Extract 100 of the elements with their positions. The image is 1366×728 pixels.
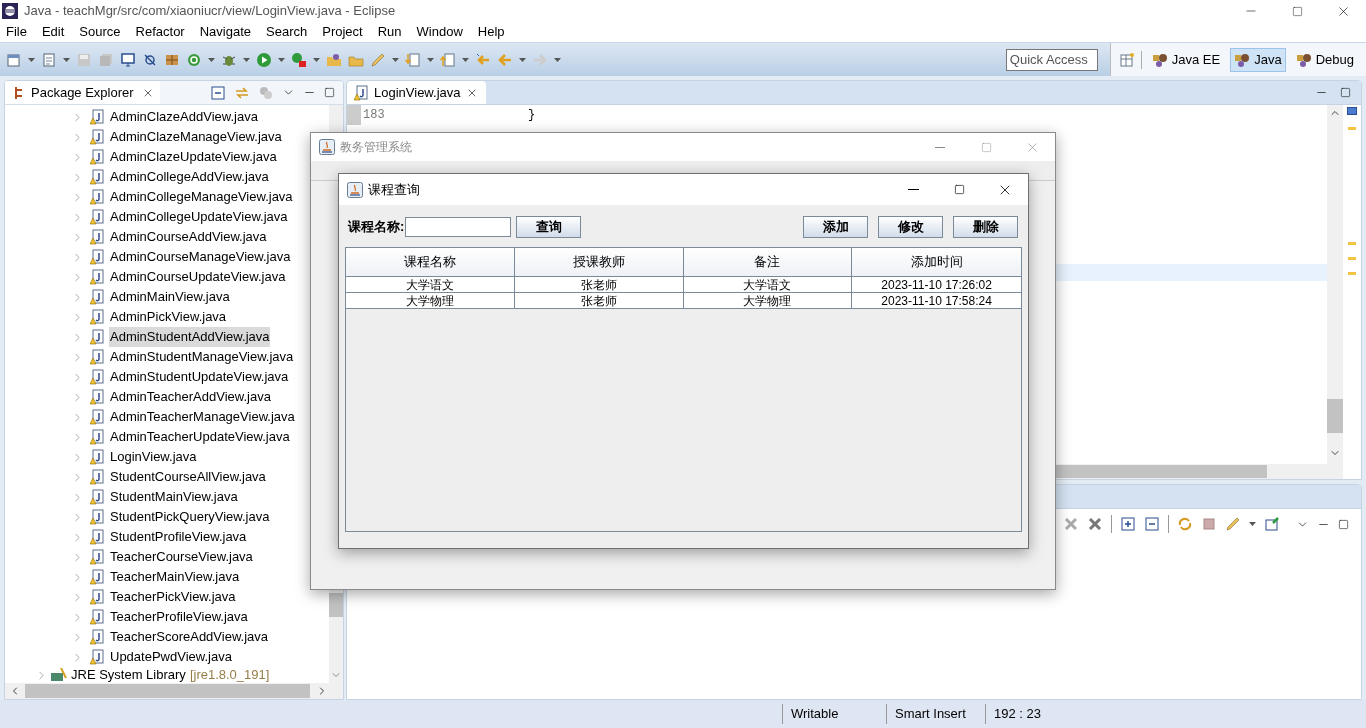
perspective-button[interactable]: Java EE	[1147, 47, 1225, 72]
column-header[interactable]: 课程名称	[346, 248, 515, 276]
caret-icon[interactable]	[63, 57, 70, 62]
pin-icon[interactable]	[1264, 516, 1280, 532]
caret-icon[interactable]	[462, 57, 469, 62]
tree-item[interactable]: AdminCourseAddView.java	[109, 227, 268, 247]
tree-item[interactable]: AdminCollegeManageView.java	[109, 187, 294, 207]
action-button[interactable]: 修改	[878, 216, 943, 238]
menu-item[interactable]: Run	[377, 22, 402, 42]
collapse-all-icon[interactable]	[210, 84, 226, 101]
pen-icon[interactable]	[370, 51, 386, 68]
tree-item[interactable]: StudentPickQueryView.java	[109, 507, 271, 527]
forward-icon[interactable]	[532, 51, 548, 68]
new-icon[interactable]	[6, 51, 22, 68]
refresh-icon[interactable]	[186, 51, 202, 68]
search-button[interactable]: 查询	[516, 216, 582, 238]
warning-marker[interactable]	[1348, 242, 1356, 245]
tree-item[interactable]: StudentMainView.java	[109, 487, 239, 507]
tree-item[interactable]: AdminCollegeUpdateView.java	[109, 207, 289, 227]
tree-item[interactable]: AdminCollegeAddView.java	[109, 167, 270, 187]
package-explorer-tab[interactable]: Package Explorer	[5, 81, 160, 104]
warning-marker[interactable]	[1348, 272, 1356, 275]
course-name-field[interactable]	[405, 217, 512, 237]
previous-annotation-icon[interactable]	[440, 51, 456, 68]
link-icon[interactable]	[234, 84, 250, 101]
skip-breakpoints-icon[interactable]	[142, 51, 158, 68]
scrollbar-thumb[interactable]	[329, 593, 343, 617]
caret-icon[interactable]	[243, 57, 250, 62]
remove-all-icon[interactable]	[1087, 516, 1103, 532]
menu-item[interactable]: Search	[266, 22, 308, 42]
perspective-button[interactable]: Java	[1230, 47, 1286, 72]
expand-all-icon[interactable]	[1120, 516, 1136, 532]
maximize-icon[interactable]	[324, 87, 335, 98]
caret-icon[interactable]	[392, 57, 399, 62]
warning-marker[interactable]	[1348, 127, 1356, 130]
tree-item[interactable]: AdminTeacherAddView.java	[109, 387, 272, 407]
new-class-icon[interactable]	[41, 51, 57, 68]
focus-icon[interactable]	[258, 84, 274, 101]
run-icon[interactable]	[256, 51, 272, 68]
menu-item[interactable]: File	[6, 22, 27, 42]
caret-icon[interactable]	[313, 57, 320, 62]
tree-item[interactable]: AdminPickView.java	[109, 307, 228, 327]
collapse-all-icon[interactable]	[1144, 516, 1160, 532]
tree-item[interactable]: JRE System Library	[71, 667, 186, 683]
pen-icon[interactable]	[1225, 516, 1241, 532]
back-icon[interactable]	[497, 51, 513, 68]
quick-access-field[interactable]: Quick Access	[1005, 48, 1098, 71]
open-folder-icon[interactable]	[326, 51, 342, 68]
monitor-icon[interactable]	[120, 51, 136, 68]
open-perspective-icon[interactable]	[1118, 51, 1135, 68]
column-header[interactable]: 备注	[683, 248, 853, 276]
tree-item[interactable]: AdminStudentAddView.java	[109, 327, 271, 347]
tree-item[interactable]: AdminClazeUpdateView.java	[109, 147, 278, 167]
scrollbar-thumb[interactable]	[25, 684, 310, 698]
column-header[interactable]: 添加时间	[852, 248, 1021, 276]
menu-item[interactable]: Refactor	[135, 22, 185, 42]
tree-item[interactable]: AdminClazeManageView.java	[109, 127, 283, 147]
tree-item[interactable]: TeacherCourseView.java	[109, 547, 254, 567]
tree-item[interactable]: LoginView.java	[109, 447, 198, 467]
save-all-icon[interactable]	[98, 51, 114, 68]
perspective-button[interactable]: Debug	[1291, 47, 1358, 72]
caret-icon[interactable]	[554, 57, 561, 62]
scrollbar-thumb[interactable]	[1327, 399, 1343, 433]
warning-marker[interactable]	[1348, 257, 1356, 260]
maximize-icon[interactable]	[1340, 87, 1351, 98]
tree-item[interactable]: UpdatePwdView.java	[109, 647, 233, 667]
overview-mark[interactable]	[1347, 107, 1357, 115]
caret-icon[interactable]	[278, 57, 285, 62]
editor-tab[interactable]: LoginView.java	[347, 81, 486, 104]
tree-item[interactable]: AdminMainView.java	[109, 287, 231, 307]
tree-item[interactable]: StudentProfileView.java	[109, 527, 248, 547]
menu-item[interactable]: Window	[416, 22, 463, 42]
tree-item[interactable]: AdminStudentManageView.java	[109, 347, 295, 367]
menu-item[interactable]: Navigate	[199, 22, 251, 42]
run-config-icon[interactable]	[291, 51, 307, 68]
caret-icon[interactable]	[208, 57, 215, 62]
tree-item[interactable]: AdminTeacherUpdateView.java	[109, 427, 291, 447]
tree-item[interactable]: AdminCourseUpdateView.java	[109, 267, 287, 287]
tree-item[interactable]: TeacherProfileView.java	[109, 607, 249, 627]
menu-item[interactable]: Help	[477, 22, 505, 42]
caret-icon[interactable]	[427, 57, 434, 62]
next-annotation-icon[interactable]	[405, 51, 421, 68]
action-button[interactable]: 添加	[803, 216, 868, 238]
tree-item[interactable]: TeacherMainView.java	[109, 567, 241, 587]
maximize-icon[interactable]	[1338, 518, 1349, 530]
caret-icon[interactable]	[1249, 522, 1256, 526]
remove-icon[interactable]	[1063, 516, 1079, 532]
tree-item[interactable]: AdminTeacherManageView.java	[109, 407, 296, 427]
tree-item[interactable]: StudentCourseAllView.java	[109, 467, 267, 487]
tree-item[interactable]: AdminStudentUpdateView.java	[109, 367, 290, 387]
menu-item[interactable]: Project	[322, 22, 363, 42]
menu-item[interactable]: Edit	[41, 22, 65, 42]
stop-icon[interactable]	[1201, 516, 1217, 532]
tree-item[interactable]: TeacherPickView.java	[109, 587, 237, 607]
tree-item[interactable]: AdminClazeAddView.java	[109, 107, 259, 127]
tree-item[interactable]: TeacherScoreAddView.java	[109, 627, 270, 647]
caret-icon[interactable]	[519, 57, 526, 62]
sync-icon[interactable]	[1177, 516, 1193, 532]
save-icon[interactable]	[76, 51, 92, 68]
tree-item[interactable]: AdminCourseManageView.java	[109, 247, 292, 267]
